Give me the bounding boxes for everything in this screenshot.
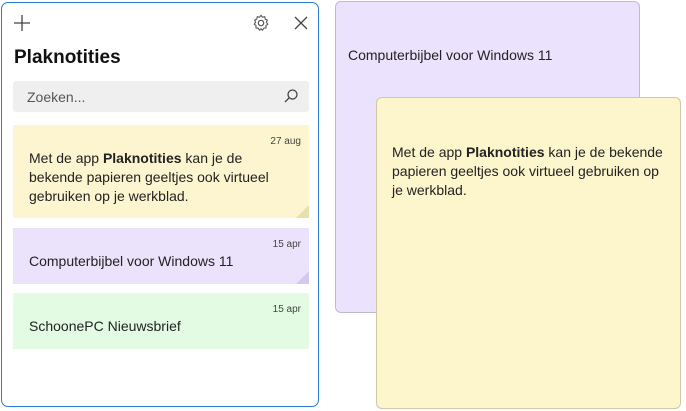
note-card-nieuwsbrief[interactable]: 15 apr SchoonePC Nieuwsbrief bbox=[13, 293, 309, 349]
search-icon[interactable] bbox=[279, 84, 303, 108]
note-card-plaknotities[interactable]: 27 aug Met de app Plaknotities kan je de… bbox=[13, 125, 309, 218]
panel-toolbar bbox=[2, 3, 318, 43]
notes-list-panel: Plaknotities 27 aug Met de app Plaknotit… bbox=[1, 2, 319, 407]
gear-icon[interactable] bbox=[249, 11, 273, 35]
note-corner-fold bbox=[296, 271, 309, 284]
sticky-note-text[interactable]: Met de app Plaknotities kan je de bekend… bbox=[392, 143, 672, 200]
app-title: Plaknotities bbox=[14, 47, 121, 68]
note-date: 27 aug bbox=[270, 136, 301, 147]
note-card-computerbijbel[interactable]: 15 apr Computerbijbel voor Windows 11 bbox=[13, 228, 309, 284]
close-icon[interactable] bbox=[289, 11, 313, 35]
search-bar[interactable] bbox=[13, 81, 309, 112]
note-corner-fold bbox=[296, 205, 309, 218]
search-input[interactable] bbox=[25, 87, 269, 106]
sticky-note-plaknotities[interactable]: Met de app Plaknotities kan je de bekend… bbox=[376, 97, 681, 409]
note-date: 15 apr bbox=[272, 239, 301, 250]
note-date: 15 apr bbox=[272, 304, 301, 315]
plus-icon[interactable] bbox=[10, 11, 34, 35]
sticky-note-text[interactable]: Computerbijbel voor Windows 11 bbox=[348, 46, 552, 65]
note-preview-text: Computerbijbel voor Windows 11 bbox=[29, 253, 234, 269]
note-preview-text: Met de app Plaknotities kan je de bekend… bbox=[29, 150, 269, 204]
note-preview-text: SchoonePC Nieuwsbrief bbox=[29, 318, 181, 334]
